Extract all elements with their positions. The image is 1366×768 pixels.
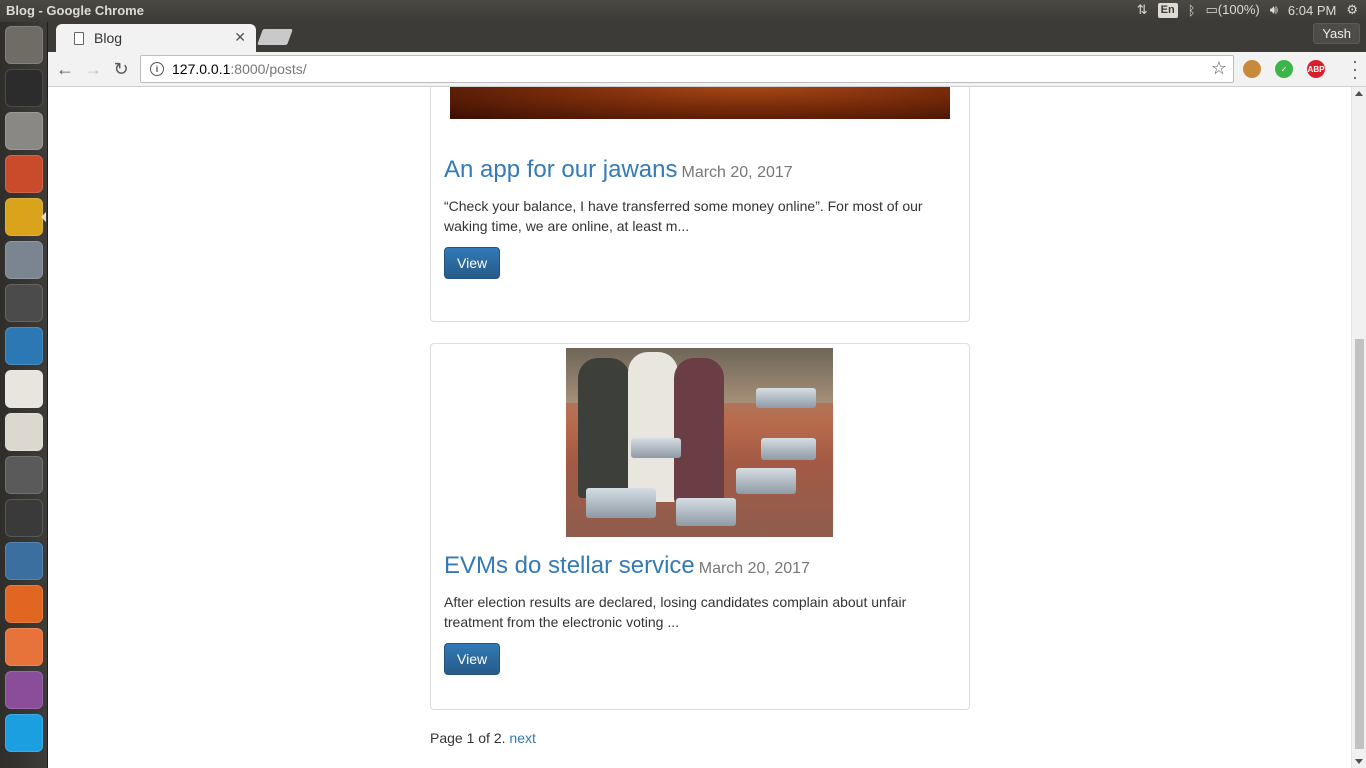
tab-blog[interactable]: Blog ✕ bbox=[56, 24, 256, 52]
chrome-icon[interactable] bbox=[5, 198, 43, 236]
pdf-viewer-icon[interactable] bbox=[5, 370, 43, 408]
top-panel: Blog - Google Chrome ⇅ En ᛒ ▭(100%) 🔊︎ 6… bbox=[0, 0, 1366, 22]
indicator-area: ⇅ En ᛒ ▭(100%) 🔊︎ 6:04 PM ⚙ bbox=[1137, 2, 1358, 18]
post-card: An app for our jawans March 20, 2017 “Che… bbox=[430, 87, 970, 322]
post-excerpt: “Check your balance, I have transferred … bbox=[444, 198, 923, 234]
site-info-icon[interactable]: i bbox=[150, 62, 164, 76]
ubuntu-dash-icon[interactable] bbox=[5, 26, 43, 64]
active-app-indicator bbox=[41, 212, 46, 222]
post-date: March 20, 2017 bbox=[681, 164, 793, 181]
battery-indicator[interactable]: ▭(100%) bbox=[1206, 2, 1260, 18]
battery-percent: (100%) bbox=[1217, 2, 1260, 17]
scroll-down-arrow-icon[interactable] bbox=[1355, 759, 1363, 764]
tab-strip: Blog ✕ Yash bbox=[48, 22, 1366, 52]
view-button[interactable]: View bbox=[444, 247, 501, 279]
page-icon bbox=[74, 31, 84, 45]
scrollbar-thumb[interactable] bbox=[1355, 339, 1364, 749]
tab-title: Blog bbox=[94, 30, 123, 46]
adblock-extension-icon[interactable]: ABP bbox=[1307, 60, 1325, 78]
back-arrow-icon[interactable]: ← bbox=[54, 58, 76, 80]
post-date: March 20, 2017 bbox=[698, 560, 810, 577]
color-app-icon[interactable] bbox=[5, 499, 43, 537]
check-extension-icon[interactable]: ✓ bbox=[1275, 60, 1293, 78]
post-image bbox=[566, 348, 833, 537]
skype-icon[interactable] bbox=[5, 714, 43, 752]
browser-toolbar: ← → ↻ i 127.0.0.1:8000/posts/ ☆ ✓ ABP · · · bbox=[48, 52, 1366, 87]
url-host: 127.0.0.1 bbox=[172, 61, 231, 77]
post-title-link[interactable]: An app for our jawans bbox=[444, 156, 677, 183]
post-card: EVMs do stellar service March 20, 2017 Af… bbox=[430, 343, 970, 710]
clock[interactable]: 6:04 PM bbox=[1288, 3, 1336, 18]
battery-icon: ▭ bbox=[1205, 2, 1218, 17]
post-title-link[interactable]: EVMs do stellar service bbox=[444, 552, 695, 579]
chrome-menu-icon[interactable]: · · · bbox=[1352, 52, 1358, 86]
address-bar[interactable]: i 127.0.0.1:8000/posts/ ☆ bbox=[140, 55, 1234, 83]
media-icon[interactable] bbox=[5, 671, 43, 709]
page-indicator: Page 1 of 2. bbox=[430, 730, 506, 746]
bookmark-star-icon[interactable]: ☆ bbox=[1211, 58, 1227, 79]
sublime-text-icon[interactable] bbox=[5, 284, 43, 322]
software-updater-icon[interactable] bbox=[5, 456, 43, 494]
firefox-icon[interactable] bbox=[5, 585, 43, 623]
tab-close-icon[interactable]: ✕ bbox=[234, 29, 246, 46]
new-tab-button[interactable] bbox=[257, 29, 293, 45]
gear-icon[interactable]: ⚙ bbox=[1346, 2, 1358, 18]
vertical-scrollbar[interactable] bbox=[1351, 87, 1366, 768]
remote-desktop-icon[interactable] bbox=[5, 327, 43, 365]
image-viewer-icon[interactable] bbox=[5, 241, 43, 279]
browser-window: Blog ✕ Yash ← → ↻ i 127.0.0.1:8000/posts… bbox=[48, 22, 1366, 768]
software-center-icon[interactable] bbox=[5, 628, 43, 666]
window-title: Blog - Google Chrome bbox=[6, 3, 144, 18]
bluetooth-icon[interactable]: ᛒ bbox=[1188, 3, 1196, 18]
system-settings-icon[interactable] bbox=[5, 155, 43, 193]
python-icon[interactable] bbox=[5, 542, 43, 580]
volume-icon[interactable]: 🔊︎ bbox=[1270, 2, 1278, 18]
forward-arrow-icon[interactable]: → bbox=[82, 58, 104, 80]
view-button[interactable]: View bbox=[444, 643, 501, 675]
page-viewport: An app for our jawans March 20, 2017 “Che… bbox=[48, 87, 1366, 768]
cookie-extension-icon[interactable] bbox=[1243, 60, 1261, 78]
files-icon[interactable] bbox=[5, 112, 43, 150]
pagination: Page 1 of 2. next bbox=[430, 730, 536, 746]
profile-button[interactable]: Yash bbox=[1313, 23, 1360, 44]
next-page-link[interactable]: next bbox=[509, 730, 535, 746]
terminal-icon[interactable] bbox=[5, 69, 43, 107]
url-path: :8000/posts/ bbox=[230, 61, 307, 77]
unity-launcher bbox=[0, 22, 48, 768]
keyboard-layout-indicator[interactable]: En bbox=[1157, 2, 1178, 18]
post-image bbox=[450, 87, 950, 119]
post-excerpt: After election results are declared, los… bbox=[444, 594, 907, 630]
text-editor-icon[interactable] bbox=[5, 413, 43, 451]
scroll-up-arrow-icon[interactable] bbox=[1355, 91, 1363, 96]
network-icon[interactable]: ⇅ bbox=[1137, 2, 1148, 18]
reload-icon[interactable]: ↻ bbox=[110, 58, 132, 80]
